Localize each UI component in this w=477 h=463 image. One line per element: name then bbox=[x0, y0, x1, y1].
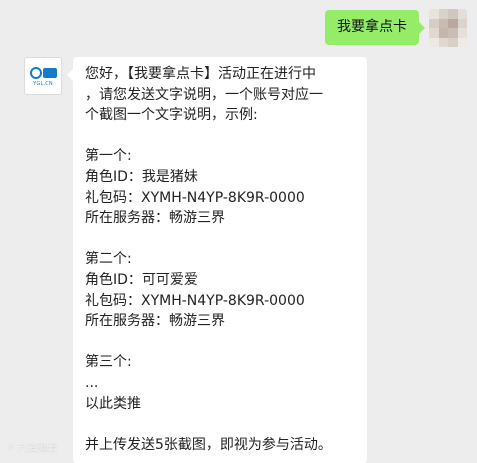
avatar-pixel bbox=[448, 9, 458, 19]
avatar-pixel bbox=[457, 28, 467, 38]
message-line bbox=[85, 332, 355, 353]
message-line: ... bbox=[85, 374, 99, 391]
watermark-text: 六道题看 bbox=[17, 444, 58, 455]
message-line: 您好，【我要拿点卡】活动正在进行中 bbox=[85, 66, 316, 82]
avatar-pixel bbox=[429, 18, 439, 28]
official-account-logo-caption: YGL.CN bbox=[33, 80, 53, 87]
message-line: 第三个: bbox=[85, 354, 132, 371]
message-line: 礼包码：XYMH-N4YP-8K9R-0000 bbox=[85, 292, 305, 309]
incoming-message-bubble[interactable]: 您好，【我要拿点卡】活动正在进行中 ，请您发送文字说明，一个账号对应一 个截图一… bbox=[67, 57, 367, 463]
watermark-icon: ✧ bbox=[6, 441, 16, 454]
message-line bbox=[85, 229, 355, 250]
outgoing-message-row: 我要拿点卡 bbox=[325, 9, 467, 47]
message-line bbox=[85, 414, 355, 435]
avatar-pixel bbox=[448, 18, 458, 28]
official-account-avatar[interactable]: YGL.CN bbox=[24, 57, 62, 95]
message-line: 第一个: bbox=[85, 148, 132, 165]
message-line: 所在服务器：畅游三界 bbox=[85, 313, 225, 330]
watermark: ✧ 六道题看 bbox=[6, 440, 57, 455]
outgoing-message-bubble[interactable]: 我要拿点卡 bbox=[325, 10, 425, 45]
message-line: 所在服务器：畅游三界 bbox=[85, 210, 225, 227]
avatar-pixel bbox=[457, 9, 467, 19]
message-line: 个截图一个文字说明，示例: bbox=[85, 107, 258, 124]
message-line: ，请您发送文字说明，一个账号对应一 bbox=[85, 86, 323, 103]
message-line bbox=[85, 126, 355, 147]
avatar-pixel bbox=[429, 28, 439, 38]
message-line: 角色ID：可可爱爱 bbox=[85, 271, 198, 288]
message-line: 第二个: bbox=[85, 251, 132, 268]
avatar-pixel bbox=[448, 28, 458, 38]
avatar-pixel bbox=[438, 9, 448, 19]
message-line: 礼包码：XYMH-N4YP-8K9R-0000 bbox=[85, 189, 305, 206]
avatar-pixel bbox=[429, 9, 439, 19]
message-line: 并上传发送5张截图，即视为参与活动。 bbox=[85, 436, 332, 453]
avatar-pixel bbox=[438, 28, 448, 38]
avatar-pixel bbox=[457, 18, 467, 28]
avatar-pixel bbox=[438, 37, 448, 47]
official-account-logo-icon bbox=[29, 66, 57, 80]
message-line: 角色ID：我是猪妹 bbox=[85, 168, 198, 185]
avatar-pixel bbox=[457, 37, 467, 47]
avatar-pixel bbox=[438, 18, 448, 28]
avatar-pixel bbox=[429, 37, 439, 47]
user-avatar[interactable] bbox=[429, 9, 467, 47]
incoming-message-row: YGL.CN 您好，【我要拿点卡】活动正在进行中 ，请您发送文字说明，一个账号对… bbox=[24, 57, 367, 463]
avatar-pixel bbox=[448, 37, 458, 47]
message-line: 以此类推 bbox=[85, 395, 141, 412]
